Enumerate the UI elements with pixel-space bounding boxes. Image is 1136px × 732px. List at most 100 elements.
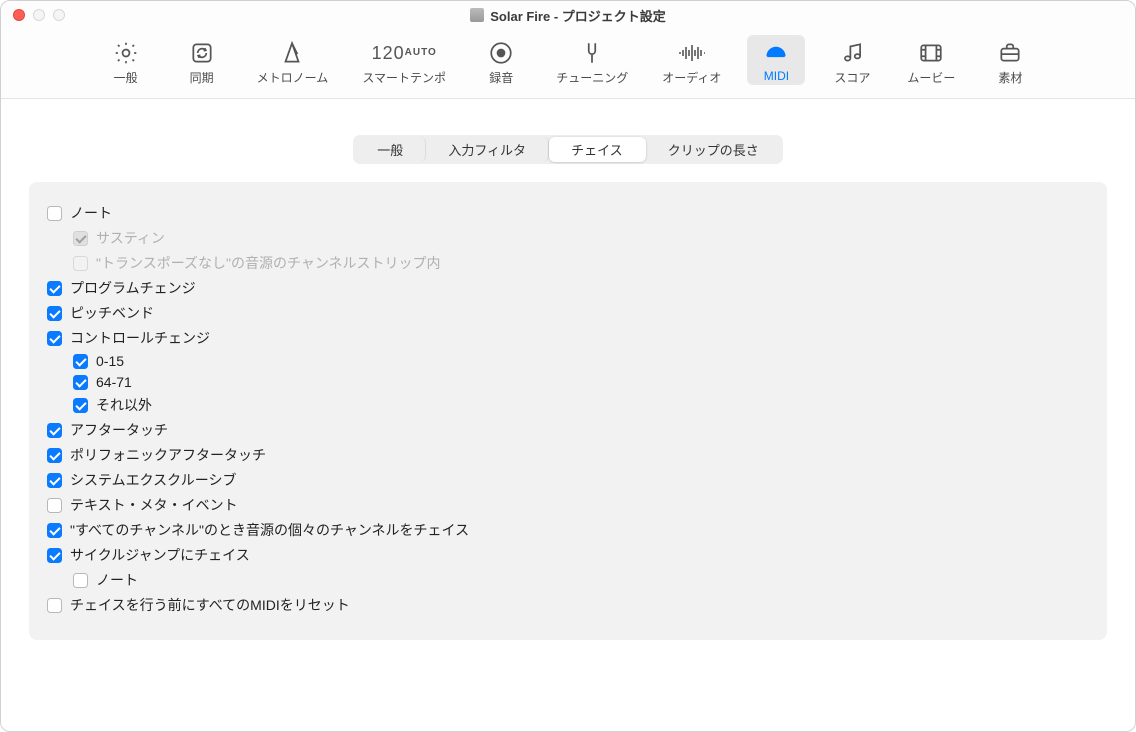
- close-window-button[interactable]: [13, 9, 25, 21]
- label-sustain: サスティン: [96, 228, 165, 248]
- minimize-window-button[interactable]: [33, 9, 45, 21]
- checkbox-cc-64-71[interactable]: [73, 375, 88, 390]
- checkbox-poly-aftertouch[interactable]: [47, 448, 62, 463]
- checkbox-program-change[interactable]: [47, 281, 62, 296]
- tempo-number: 120: [372, 44, 405, 62]
- toolbar-general-label: 一般: [114, 69, 138, 86]
- option-text-meta: テキスト・メタ・イベント: [47, 495, 1089, 515]
- toolbar-movie[interactable]: ムービー: [899, 35, 963, 88]
- toolbar-midi-label: MIDI: [764, 69, 789, 83]
- tuning-fork-icon: [579, 39, 605, 67]
- checkbox-sysex[interactable]: [47, 473, 62, 488]
- option-notes: ノート: [47, 203, 1089, 223]
- option-reset-midi: チェイスを行う前にすべてのMIDIをリセット: [47, 595, 1089, 615]
- option-aftertouch: アフタータッチ: [47, 420, 1089, 440]
- option-poly-aftertouch: ポリフォニックアフタータッチ: [47, 445, 1089, 465]
- midi-icon: [763, 39, 789, 67]
- segmented-control: 一般 入力フィルタ チェイス クリップの長さ: [353, 135, 782, 164]
- option-pitch-bend: ピッチベンド: [47, 303, 1089, 323]
- label-pitch-bend: ピッチベンド: [70, 303, 154, 323]
- gear-icon: [113, 39, 139, 67]
- tempo-icon: 120 AUTO: [372, 39, 437, 67]
- midi-subtabs: 一般 入力フィルタ チェイス クリップの長さ: [29, 135, 1107, 164]
- project-settings-window: Solar Fire - プロジェクト設定 一般 同期 メトロノーム 120: [0, 0, 1136, 732]
- label-notes: ノート: [70, 203, 112, 223]
- option-sysex: システムエクスクルーシブ: [47, 470, 1089, 490]
- label-cycle-notes: ノート: [96, 570, 138, 590]
- movie-icon: [918, 39, 944, 67]
- checkbox-cycle-notes[interactable]: [73, 573, 88, 588]
- option-cc-0-15: 0-15: [47, 353, 1089, 369]
- toolbar-record[interactable]: 録音: [472, 35, 530, 88]
- label-poly-aftertouch: ポリフォニックアフタータッチ: [70, 445, 266, 465]
- content-area: 一般 入力フィルタ チェイス クリップの長さ ノート サスティン "トランスポー…: [1, 99, 1135, 731]
- label-cc-0-15: 0-15: [96, 353, 124, 369]
- toolbar-general[interactable]: 一般: [97, 35, 155, 88]
- tempo-auto: AUTO: [405, 48, 437, 58]
- toolbar-audio-label: オーディオ: [662, 69, 721, 86]
- label-cc-other: それ以外: [96, 395, 152, 415]
- option-cycle-jump: サイクルジャンプにチェイス: [47, 545, 1089, 565]
- option-control-change: コントロールチェンジ: [47, 328, 1089, 348]
- window-title-text: Solar Fire - プロジェクト設定: [490, 6, 666, 25]
- label-cycle-jump: サイクルジャンプにチェイス: [70, 545, 250, 565]
- checkbox-aftertouch[interactable]: [47, 423, 62, 438]
- toolbar-sync[interactable]: 同期: [173, 35, 231, 88]
- metronome-icon: [279, 39, 305, 67]
- app-icon: [470, 8, 484, 22]
- option-program-change: プログラムチェンジ: [47, 278, 1089, 298]
- option-no-transpose: "トランスポーズなし"の音源のチャンネルストリップ内: [47, 253, 1089, 273]
- option-cycle-notes: ノート: [47, 570, 1089, 590]
- checkbox-pitch-bend[interactable]: [47, 306, 62, 321]
- toolbar-midi[interactable]: MIDI: [747, 35, 805, 85]
- label-cc-64-71: 64-71: [96, 374, 132, 390]
- label-aftertouch: アフタータッチ: [70, 420, 168, 440]
- titlebar: Solar Fire - プロジェクト設定: [1, 1, 1135, 29]
- checkbox-reset-midi[interactable]: [47, 598, 62, 613]
- toolbar-metronome[interactable]: メトロノーム: [249, 35, 337, 88]
- option-sustain: サスティン: [47, 228, 1089, 248]
- label-no-transpose: "トランスポーズなし"の音源のチャンネルストリップ内: [96, 253, 441, 273]
- toolbar-movie-label: ムービー: [907, 69, 955, 86]
- checkbox-cc-0-15[interactable]: [73, 354, 88, 369]
- toolbar-smart-tempo[interactable]: 120 AUTO スマートテンポ: [354, 35, 454, 88]
- checkbox-notes[interactable]: [47, 206, 62, 221]
- option-all-channels: "すべてのチャンネル"のとき音源の個々のチャンネルをチェイス: [47, 520, 1089, 540]
- toolbar-assets-label: 素材: [998, 69, 1022, 86]
- tab-input-filter[interactable]: 入力フィルタ: [426, 137, 549, 162]
- window-title: Solar Fire - プロジェクト設定: [1, 6, 1135, 25]
- toolbar-assets[interactable]: 素材: [981, 35, 1039, 88]
- maximize-window-button[interactable]: [53, 9, 65, 21]
- tab-chase[interactable]: チェイス: [549, 137, 646, 162]
- toolbar: 一般 同期 メトロノーム 120 AUTO スマートテンポ 録音: [1, 29, 1135, 99]
- toolbar-record-label: 録音: [489, 69, 513, 86]
- toolbar-tuning-label: チューニング: [556, 69, 628, 86]
- checkbox-all-channels[interactable]: [47, 523, 62, 538]
- toolbar-score[interactable]: スコア: [823, 35, 881, 88]
- toolbar-sync-label: 同期: [190, 69, 214, 86]
- toolbar-smart-tempo-label: スマートテンポ: [362, 69, 446, 86]
- checkbox-no-transpose: [73, 256, 88, 271]
- option-cc-other: それ以外: [47, 395, 1089, 415]
- toolbar-tuning[interactable]: チューニング: [548, 35, 636, 88]
- label-text-meta: テキスト・メタ・イベント: [70, 495, 238, 515]
- traffic-lights: [1, 9, 65, 21]
- score-icon: [839, 39, 865, 67]
- checkbox-control-change[interactable]: [47, 331, 62, 346]
- option-cc-64-71: 64-71: [47, 374, 1089, 390]
- checkbox-text-meta[interactable]: [47, 498, 62, 513]
- record-icon: [488, 39, 514, 67]
- checkbox-cycle-jump[interactable]: [47, 548, 62, 563]
- briefcase-icon: [997, 39, 1023, 67]
- chase-options-panel: ノート サスティン "トランスポーズなし"の音源のチャンネルストリップ内 プログ…: [29, 182, 1107, 640]
- tab-clip-length[interactable]: クリップの長さ: [646, 137, 781, 162]
- label-sysex: システムエクスクルーシブ: [70, 470, 236, 490]
- label-control-change: コントロールチェンジ: [70, 328, 210, 348]
- toolbar-audio[interactable]: オーディオ: [654, 35, 729, 88]
- toolbar-metronome-label: メトロノーム: [257, 69, 329, 86]
- checkbox-sustain: [73, 231, 88, 246]
- tab-general[interactable]: 一般: [355, 137, 426, 162]
- label-all-channels: "すべてのチャンネル"のとき音源の個々のチャンネルをチェイス: [70, 520, 469, 540]
- sync-icon: [189, 39, 215, 67]
- checkbox-cc-other[interactable]: [73, 398, 88, 413]
